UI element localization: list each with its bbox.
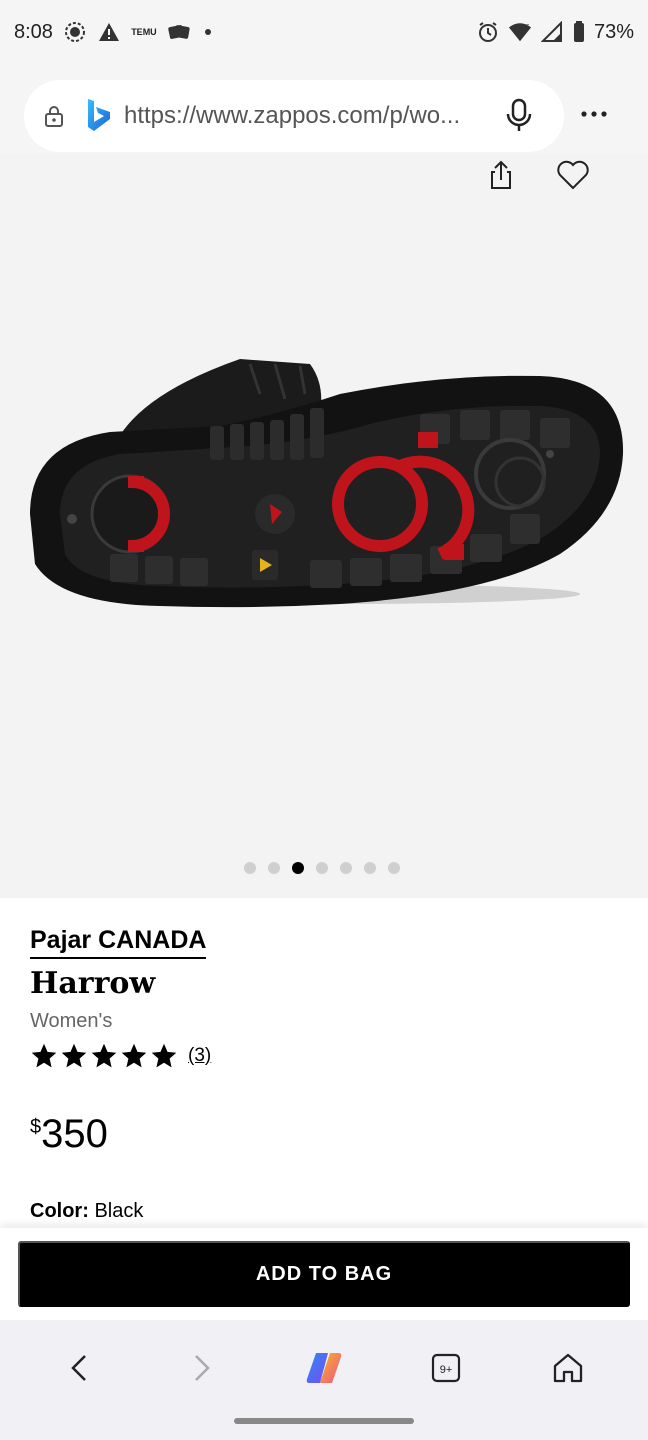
battery-icon	[572, 20, 586, 44]
star-icon	[91, 1043, 117, 1068]
star-icon	[151, 1043, 177, 1068]
home-indicator[interactable]	[234, 1418, 414, 1424]
carousel-dot[interactable]	[364, 862, 376, 874]
brand-link[interactable]: Pajar CANADA	[30, 926, 207, 959]
wifi-badge: 6	[526, 22, 530, 31]
forward-icon[interactable]	[178, 1344, 226, 1392]
signal-messenger-icon	[63, 20, 87, 44]
tabs-icon[interactable]: 9+	[422, 1344, 470, 1392]
add-to-bag-bar: ADD TO BAG	[0, 1228, 648, 1320]
carousel-indicator	[244, 862, 400, 874]
notification-dot	[204, 29, 211, 35]
status-right: 6 73%	[476, 20, 634, 44]
temu-label: TEMU	[131, 26, 157, 37]
carousel-dot[interactable]	[388, 862, 400, 874]
star-icon	[31, 1043, 57, 1068]
photos-icon	[167, 20, 191, 44]
rating-row[interactable]: (3)	[30, 1042, 211, 1070]
tabs-count: 9+	[440, 1364, 453, 1376]
product-info-section: Pajar CANADA Harrow Women's (3) $ 350 Co…	[0, 898, 648, 1228]
share-icon[interactable]	[486, 160, 516, 190]
add-to-bag-button[interactable]: ADD TO BAG	[18, 1241, 630, 1307]
cellular-signal-icon	[540, 20, 564, 44]
carousel-dot[interactable]	[340, 862, 352, 874]
product-gender: Women's	[30, 1010, 113, 1032]
star-icon	[121, 1043, 147, 1068]
lock-icon[interactable]	[42, 104, 66, 128]
back-icon[interactable]	[55, 1344, 103, 1392]
star-icon	[61, 1043, 87, 1068]
wifi-icon: 6	[508, 20, 532, 44]
carousel-dot[interactable]	[244, 862, 256, 874]
status-time: 8:08	[14, 20, 53, 43]
color-value: Black	[94, 1200, 144, 1222]
carousel-dot[interactable]	[268, 862, 280, 874]
favorite-heart-icon[interactable]	[556, 160, 590, 190]
battery-percent: 73%	[593, 20, 634, 43]
color-label: Color:	[30, 1200, 89, 1222]
color-row: Color: Black	[30, 1200, 143, 1223]
price-value: 350	[41, 1112, 108, 1156]
review-count-link[interactable]: (3)	[188, 1045, 211, 1067]
product-name: Harrow	[30, 966, 156, 1001]
address-bar[interactable]: https://www.zappos.com/p/wo...	[24, 80, 564, 152]
temu-icon: TEMU	[131, 20, 157, 44]
price: $ 350	[30, 1112, 108, 1157]
carousel-dot[interactable]	[292, 862, 304, 874]
price-currency: $	[30, 1116, 42, 1138]
url-text[interactable]: https://www.zappos.com/p/wo...	[124, 102, 494, 130]
status-bar: 8:08 TEMU 6 73%	[0, 0, 648, 68]
browser-toolbar: https://www.zappos.com/p/wo...	[0, 78, 648, 154]
alarm-icon	[476, 20, 500, 44]
home-icon[interactable]	[544, 1344, 592, 1392]
product-image-boot-sole	[30, 359, 624, 608]
status-left: 8:08 TEMU	[14, 20, 211, 44]
bing-icon	[86, 98, 112, 132]
product-image-gallery[interactable]	[0, 154, 648, 898]
more-options-icon[interactable]	[578, 102, 610, 126]
warning-icon	[97, 20, 121, 44]
star-rating	[30, 1042, 178, 1070]
microphone-icon[interactable]	[502, 98, 536, 134]
carousel-dot[interactable]	[316, 862, 328, 874]
copilot-icon[interactable]	[300, 1344, 348, 1392]
browser-bottom-nav: 9+	[0, 1320, 648, 1440]
